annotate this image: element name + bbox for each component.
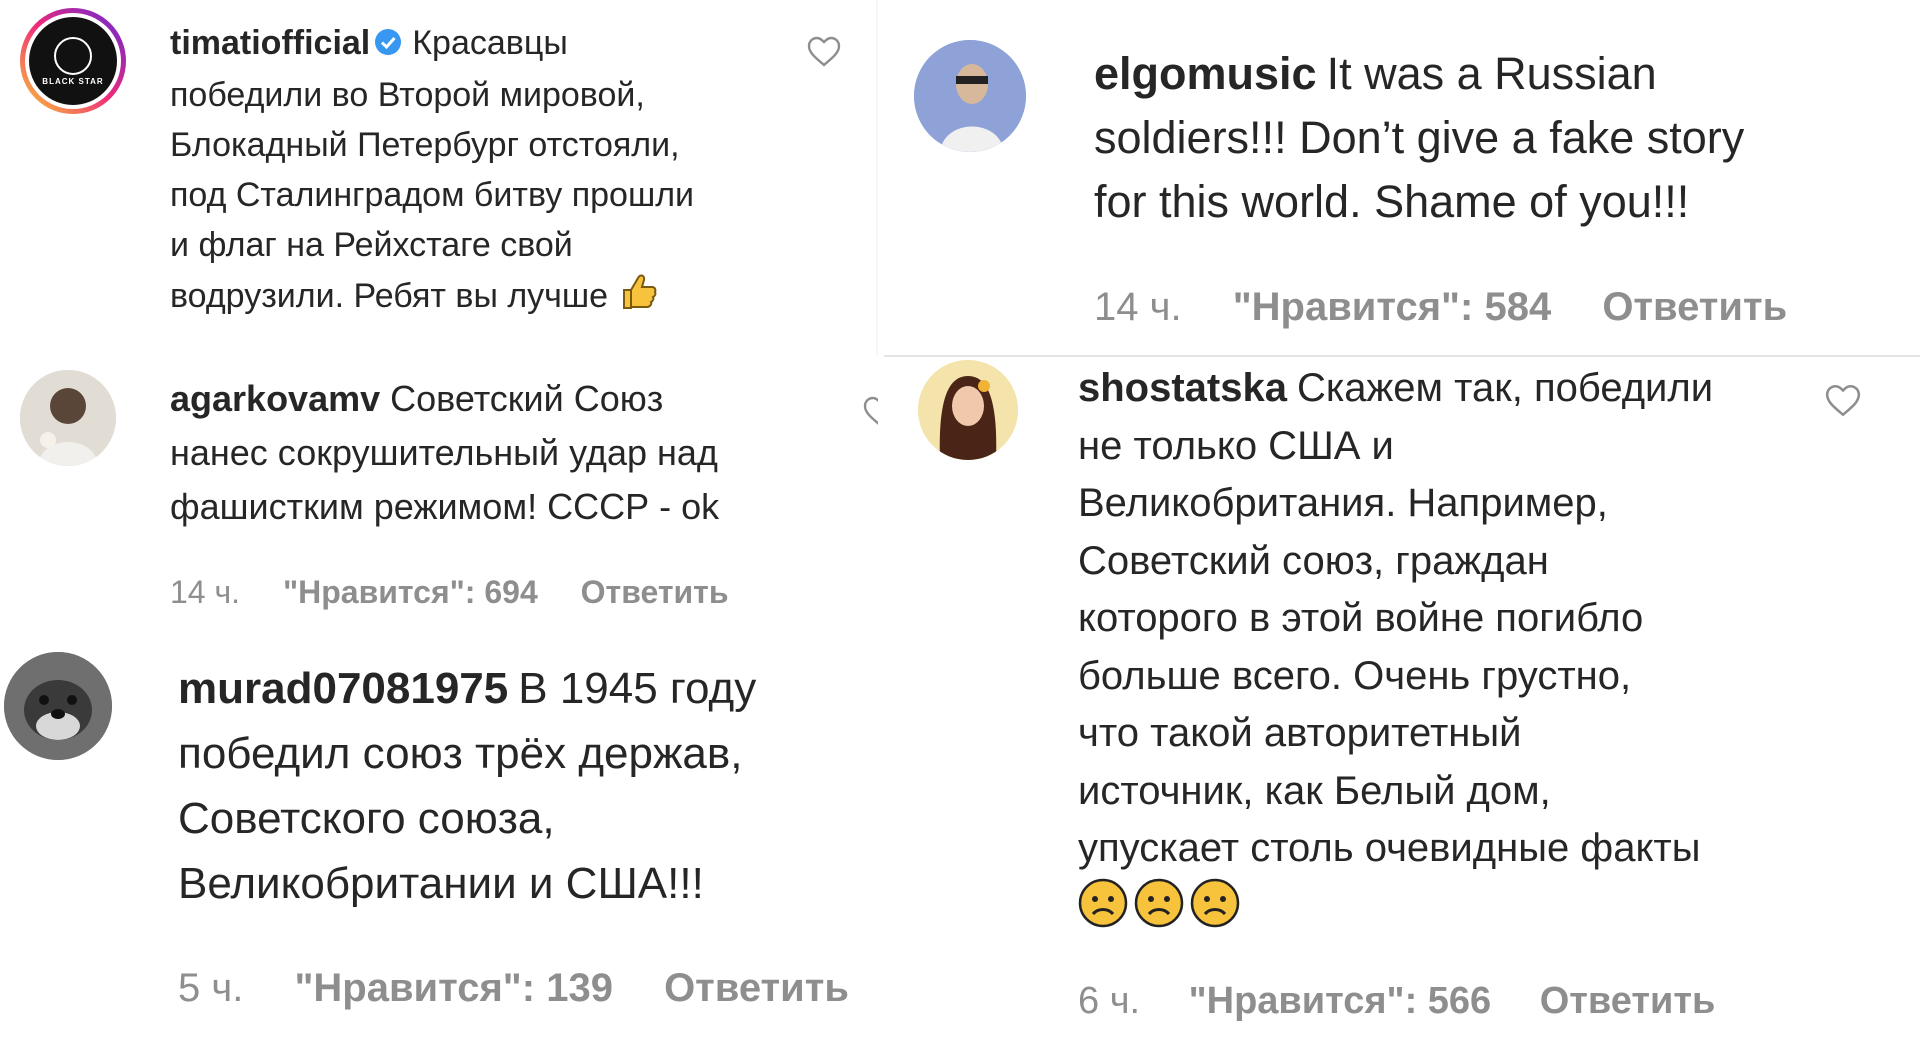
timestamp: 14 ч. (1094, 285, 1182, 329)
comment-text: murad07081975 В 1945 году победил союз тр… (178, 656, 858, 916)
thumbs-up-icon (618, 270, 660, 326)
like-heart-icon[interactable] (862, 396, 878, 430)
likes-count[interactable]: "Нравится": 584 (1233, 285, 1552, 329)
comment-meta: 14 ч. "Нравится": 694 Ответить (170, 574, 729, 611)
likes-count[interactable]: "Нравится": 566 (1189, 980, 1492, 1022)
comment-meta: 6 ч. "Нравится": 566 Ответить (1078, 980, 1715, 1023)
likes-count[interactable]: "Нравится": 694 (283, 574, 538, 610)
avatar-logo-text: BLACK STAR (42, 76, 104, 86)
comment-body: Красавцы победили во Второй мировой, Бло… (170, 24, 695, 315)
like-heart-icon[interactable] (806, 36, 842, 73)
avatar[interactable] (20, 370, 116, 466)
worried-face-icon (1078, 878, 1128, 945)
timestamp: 14 ч. (170, 574, 241, 610)
verified-badge-icon (374, 20, 402, 70)
timestamp: 5 ч. (178, 966, 244, 1010)
avatar[interactable] (914, 40, 1026, 152)
reply-button[interactable]: Ответить (1602, 285, 1787, 329)
reply-button[interactable]: Ответить (1540, 980, 1716, 1022)
panel-divider (876, 0, 878, 355)
worried-face-icon (1190, 878, 1240, 945)
comment-body: Скажем так, победили не только США и Вел… (1078, 366, 1714, 870)
avatar[interactable]: BLACK STAR (20, 8, 126, 114)
comment-meta: 5 ч. "Нравится": 139 Ответить (178, 966, 849, 1011)
comment-text: elgomusic It was a Russian soldiers!!! Do… (1094, 42, 1884, 234)
username[interactable]: timatiofficial (170, 24, 370, 62)
likes-count[interactable]: "Нравится": 139 (294, 966, 613, 1010)
avatar[interactable] (4, 652, 112, 760)
comment-meta: 14 ч. "Нравится": 584 Ответить (1094, 285, 1787, 330)
like-heart-icon[interactable] (1824, 384, 1862, 423)
comment-text: shostatska Скажем так, победили не только… (1078, 360, 1818, 944)
username[interactable]: elgomusic (1094, 48, 1317, 99)
worried-face-icon (1134, 878, 1184, 945)
section-divider (884, 355, 1920, 357)
comment-text: agarkovamv Советский Союз нанес сокрушите… (170, 372, 850, 534)
reply-button[interactable]: Ответить (664, 966, 849, 1010)
timestamp: 6 ч. (1078, 980, 1141, 1022)
avatar[interactable] (918, 360, 1018, 460)
username[interactable]: shostatska (1078, 366, 1287, 410)
username[interactable]: agarkovamv (170, 378, 380, 419)
comment-text: timatiofficial Красавцы победили во Второ… (170, 18, 790, 326)
reply-button[interactable]: Ответить (581, 574, 729, 610)
username[interactable]: murad07081975 (178, 664, 508, 713)
